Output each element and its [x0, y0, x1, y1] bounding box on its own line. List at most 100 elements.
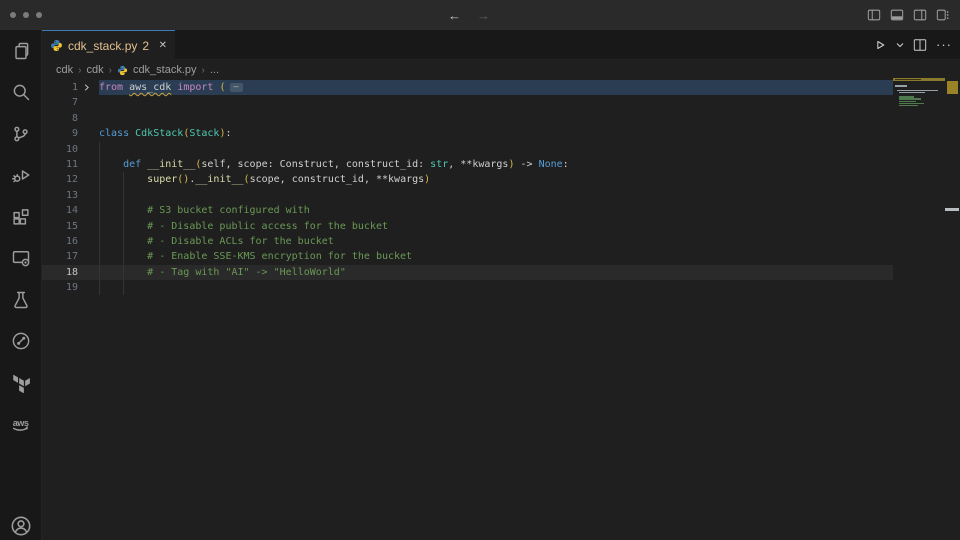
aws-icon: aws [10, 414, 32, 434]
code-line-18[interactable]: 18 # - Tag with "AI" -> "HelloWorld" [42, 265, 893, 280]
search-icon [11, 82, 31, 102]
breadcrumb-folder[interactable]: cdk [56, 64, 73, 76]
sidebar-item-run-debug[interactable] [0, 155, 42, 197]
history-navigation: ← → [448, 0, 490, 30]
code-text[interactable]: super().__init__(scope, construct_id, **… [99, 172, 893, 187]
sidebar-item-source-control[interactable] [0, 113, 42, 155]
account-icon [10, 515, 32, 537]
code-text[interactable]: # - Disable public access for the bucket [99, 219, 893, 234]
window-controls[interactable] [10, 12, 42, 18]
code-line-19[interactable]: 19 [42, 280, 893, 295]
code-line-8[interactable]: 8 [42, 111, 893, 126]
code-line-15[interactable]: 15 # - Disable public access for the buc… [42, 219, 893, 234]
chevron-right-icon: › [78, 65, 81, 76]
code-line-13[interactable]: 13 [42, 188, 893, 203]
code-text[interactable]: # - Disable ACLs for the bucket [99, 234, 893, 249]
line-number: 16 [42, 234, 78, 249]
code-text[interactable]: from aws_cdk import (– [99, 80, 893, 95]
toggle-secondary-sidebar-icon[interactable] [913, 8, 927, 22]
code-text[interactable] [99, 111, 893, 126]
tab-badge: 2 [142, 39, 149, 53]
code-line-14[interactable]: 14 # S3 bucket configured with [42, 203, 893, 218]
line-number: 9 [42, 126, 78, 141]
window-minimize-dot[interactable] [23, 12, 29, 18]
tab-label: cdk_stack.py [68, 39, 137, 53]
line-number: 14 [42, 203, 78, 218]
code-line-16[interactable]: 16 # - Disable ACLs for the bucket [42, 234, 893, 249]
terraform-icon [11, 373, 31, 393]
sidebar-item-search[interactable] [0, 72, 42, 114]
code-line-9[interactable]: 9 class CdkStack(Stack): [42, 126, 893, 141]
code-line-12[interactable]: 12 super().__init__(scope, construct_id,… [42, 172, 893, 187]
go-forward-icon[interactable]: → [477, 8, 490, 23]
window-close-dot[interactable] [10, 12, 16, 18]
code-line-1[interactable]: 1 from aws_cdk import (– [42, 80, 893, 95]
fold-gutter [78, 280, 99, 295]
split-editor-icon[interactable] [913, 38, 927, 52]
fold-gutter [78, 249, 99, 264]
fold-gutter [78, 219, 99, 234]
breadcrumb: cdk › cdk › cdk_stack.py › ... [42, 60, 960, 80]
activity-bar: aws [0, 30, 42, 540]
code-text[interactable]: # - Enable SSE-KMS encryption for the bu… [99, 249, 893, 264]
code-line-7[interactable]: 7 [42, 95, 893, 110]
tab-close-icon[interactable]: ✕ [159, 41, 167, 51]
run-python-file-icon[interactable] [873, 38, 887, 52]
line-number: 19 [42, 280, 78, 295]
code-text[interactable] [99, 142, 893, 157]
fold-chevron-icon[interactable] [78, 80, 99, 95]
overview-warning-marker [947, 81, 958, 94]
overview-cursor-marker [945, 208, 959, 211]
window-zoom-dot[interactable] [36, 12, 42, 18]
vscode-window: ← → [0, 0, 960, 540]
scrollbar[interactable] [945, 78, 960, 540]
line-number: 12 [42, 172, 78, 187]
commit-graph-icon [11, 331, 31, 351]
minimap[interactable] [893, 78, 945, 158]
breadcrumb-file[interactable]: cdk_stack.py [133, 64, 197, 76]
code-text[interactable]: # S3 bucket configured with [99, 203, 893, 218]
fold-gutter [78, 234, 99, 249]
breadcrumb-folder[interactable]: cdk [86, 64, 103, 76]
line-number: 13 [42, 188, 78, 203]
layout-controls [867, 0, 950, 30]
line-number: 17 [42, 249, 78, 264]
tab-cdk-stack[interactable]: cdk_stack.py 2 ✕ [42, 30, 175, 60]
sidebar-item-explorer[interactable] [0, 30, 42, 72]
code-text[interactable]: def __init__(self, scope: Construct, con… [99, 157, 893, 172]
breadcrumb-symbol[interactable]: ... [210, 64, 219, 76]
fold-gutter [78, 95, 99, 110]
sidebar-item-aws[interactable]: aws [0, 404, 42, 446]
toggle-panel-icon[interactable] [890, 8, 904, 22]
code-text[interactable] [99, 280, 893, 295]
code-lines[interactable]: 1 from aws_cdk import (–789 class CdkStack… [42, 80, 893, 295]
code-text[interactable]: # - Tag with "AI" -> "HelloWorld" [99, 265, 893, 280]
fold-gutter [78, 111, 99, 126]
code-text[interactable] [99, 95, 893, 110]
line-number: 1 [42, 80, 78, 95]
python-file-icon [117, 65, 128, 76]
folded-region-indicator[interactable]: – [230, 83, 243, 92]
code-text[interactable] [99, 188, 893, 203]
code-line-10[interactable]: 10 [42, 142, 893, 157]
code-line-11[interactable]: 11 def __init__(self, scope: Construct, … [42, 157, 893, 172]
sidebar-item-terraform[interactable] [0, 362, 42, 404]
sidebar-item-testing[interactable] [0, 279, 42, 321]
customize-layout-icon[interactable] [936, 8, 950, 22]
sidebar-item-extensions[interactable] [0, 196, 42, 238]
sidebar-item-commit-graph[interactable] [0, 321, 42, 363]
code-line-17[interactable]: 17 # - Enable SSE-KMS encryption for the… [42, 249, 893, 264]
more-actions-icon[interactable]: ··· [936, 40, 952, 50]
run-dropdown-chevron-icon[interactable] [896, 41, 904, 49]
accounts-item[interactable] [0, 515, 42, 537]
fold-gutter [78, 172, 99, 187]
code-text[interactable]: class CdkStack(Stack): [99, 126, 893, 141]
remote-explorer-icon [11, 248, 31, 268]
source-control-icon [11, 124, 31, 144]
toggle-primary-sidebar-icon[interactable] [867, 8, 881, 22]
fold-gutter [78, 157, 99, 172]
sidebar-item-remote-explorer[interactable] [0, 238, 42, 280]
tab-bar: cdk_stack.py 2 ✕ ··· [42, 30, 960, 60]
fold-gutter [78, 265, 99, 280]
go-back-icon[interactable]: ← [448, 8, 461, 23]
